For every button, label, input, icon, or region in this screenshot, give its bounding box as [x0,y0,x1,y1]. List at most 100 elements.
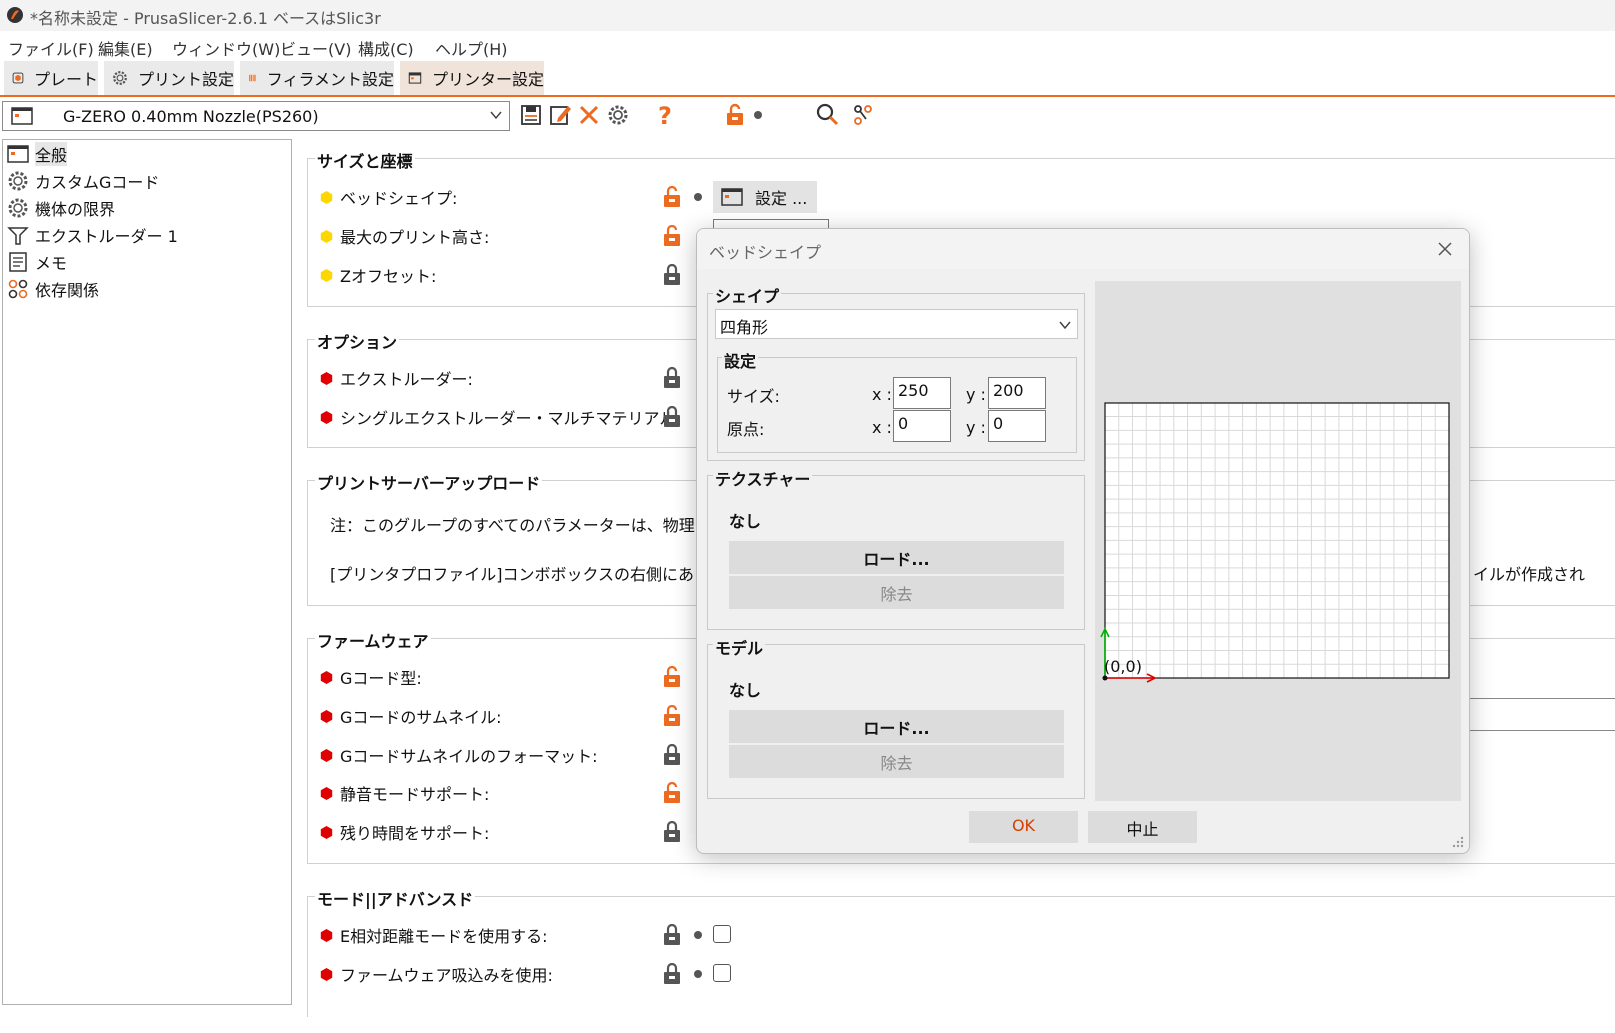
firmware-retraction-checkbox[interactable] [713,964,731,982]
row-label: E相対距離モードを使用する: [340,927,548,946]
model-value: なし [729,681,762,700]
tree-item-dependencies[interactable]: 依存関係 [7,277,99,301]
unlock-icon[interactable] [662,705,682,727]
row-label: ファームウェア吸込みを使用: [340,966,553,985]
upload-note-line-2-tail: イルが作成され [1473,565,1586,584]
lock-icon[interactable] [662,264,682,286]
lock-icon[interactable] [662,963,682,985]
origin-x-input[interactable]: 0 [893,410,951,442]
texture-box-title: テクスチャー [713,466,813,490]
bed-shape-settings-button[interactable]: 設定 ... [713,181,817,213]
row-z-offset: Zオフセット: [320,263,436,287]
gcode-flavor-combo-edge [1470,698,1615,699]
modified-value-bullet-icon [320,786,333,800]
tree-item-machine-limits[interactable]: 機体の限界 [7,196,115,220]
modified-value-bullet-icon [320,670,333,684]
unlock-icon[interactable] [723,103,747,127]
modified-value-bullet-icon [320,709,333,723]
cog-icon [8,171,28,191]
printer-icon [721,188,743,206]
tree-item-custom-gcode[interactable]: カスタムGコード [7,169,159,193]
delete-icon[interactable] [577,103,601,127]
system-value-dot-icon [694,931,702,939]
menu-help[interactable]: ヘルプ(H) [435,36,508,60]
group-upload-title: プリントサーバーアップロード [315,470,543,494]
origin-label: 原点: [727,420,765,439]
menu-edit[interactable]: 編集(E) [98,36,153,60]
lock-icon[interactable] [662,744,682,766]
extruder-icon [7,227,29,245]
row-label: 静音モードサポート: [340,785,490,804]
tree-item-label: メモ [35,254,68,273]
unlock-icon[interactable] [662,782,682,804]
cog-icon[interactable] [606,103,630,127]
row-label: Gコードのサムネイル: [340,708,502,727]
menu-configuration[interactable]: 構成(C) [358,36,414,60]
row-extruders: エクストルーダー: [320,366,473,390]
edit-icon[interactable] [548,103,572,127]
compare-presets-icon[interactable] [851,103,875,127]
group-options-title: オプション [315,329,400,353]
tree-item-extruder-1[interactable]: エクストルーダー 1 [7,223,178,247]
origin-x-label: x : [872,418,892,437]
tree-item-general[interactable]: 全般 [7,142,68,166]
unlock-icon[interactable] [662,666,682,688]
tab-plater[interactable]: プレート [4,61,98,95]
menu-window[interactable]: ウィンドウ(W) [172,36,280,60]
resize-grip-icon[interactable] [1449,833,1465,849]
tree-item-label: 依存関係 [35,281,100,300]
unlock-icon[interactable] [662,225,682,247]
shape-type-select[interactable]: 四角形 [715,309,1078,339]
lock-icon[interactable] [662,367,682,389]
tree-item-notes[interactable]: メモ [7,250,67,274]
upload-note-line-2: [プリンタプロファイル]コンボボックスの右側にある[歯車] [330,565,755,584]
row-single-extruder-mm: シングルエクストルーダー・マルチマテリアル: [320,405,681,429]
spool-icon [249,74,256,82]
texture-remove-button[interactable]: 除去 [729,576,1064,609]
modified-value-bullet-icon [320,825,333,839]
menu-file[interactable]: ファイル(F) [8,36,94,60]
tab-print-settings[interactable]: プリント設定 [104,61,234,95]
modified-value-bullet-icon [320,967,333,981]
model-box-title: モデル [713,635,766,659]
plater-icon [12,72,24,84]
system-value-dot-icon [694,970,702,978]
question-icon[interactable]: ? [653,103,677,127]
system-value-bullet-icon [320,268,333,282]
unlock-icon[interactable] [662,186,682,208]
lock-icon[interactable] [662,406,682,428]
ok-button[interactable]: OK [969,811,1078,843]
group-size-title: サイズと座標 [315,148,415,172]
cancel-button[interactable]: 中止 [1088,811,1197,843]
model-remove-button[interactable]: 除去 [729,745,1064,778]
size-x-input[interactable]: 250 [893,377,951,409]
row-label: 最大のプリント高さ: [340,228,490,247]
texture-value: なし [729,512,762,531]
menu-bar: ファイル(F) 編集(E) ウィンドウ(W) ビュー(V) 構成(C) ヘルプ(… [0,31,1615,59]
group-firmware-title: ファームウェア [315,628,431,652]
thumbnails-input-edge [1470,730,1615,731]
row-silent-mode: 静音モードサポート: [320,781,489,805]
bed-shape-dialog: ベッドシェイプ シェイプ 四角形 設定 サイズ: x : 250 y : 200… [696,228,1470,854]
tab-filament-settings[interactable]: フィラメント設定 [240,61,394,95]
tab-printer-settings[interactable]: プリンター設定 [400,61,544,95]
printer-icon [408,72,422,84]
menu-view[interactable]: ビュー(V) [280,36,351,60]
lock-icon[interactable] [662,821,682,843]
tab-filament-settings-label: フィラメント設定 [266,70,394,89]
relative-e-checkbox[interactable] [713,925,731,943]
close-icon[interactable] [1437,241,1453,257]
tree-item-label: エクストルーダー 1 [35,227,178,246]
printer-preset-combo[interactable]: G-ZERO 0.40mm Nozzle(PS260) [2,101,510,131]
row-label: ベッドシェイプ: [340,189,458,208]
row-label: エクストルーダー: [340,370,473,389]
texture-load-button[interactable]: ロード... [729,541,1064,574]
lock-icon[interactable] [662,924,682,946]
size-y-input[interactable]: 200 [988,377,1046,409]
save-icon[interactable] [519,103,543,127]
bed-grid [1100,402,1450,683]
model-load-button[interactable]: ロード... [729,710,1064,743]
origin-y-input[interactable]: 0 [988,410,1046,442]
settings-page-tree: 全般 カスタムGコード 機体の限界 エクストルーダー 1 メモ 依存関係 [2,139,292,1005]
search-icon[interactable] [815,102,839,126]
